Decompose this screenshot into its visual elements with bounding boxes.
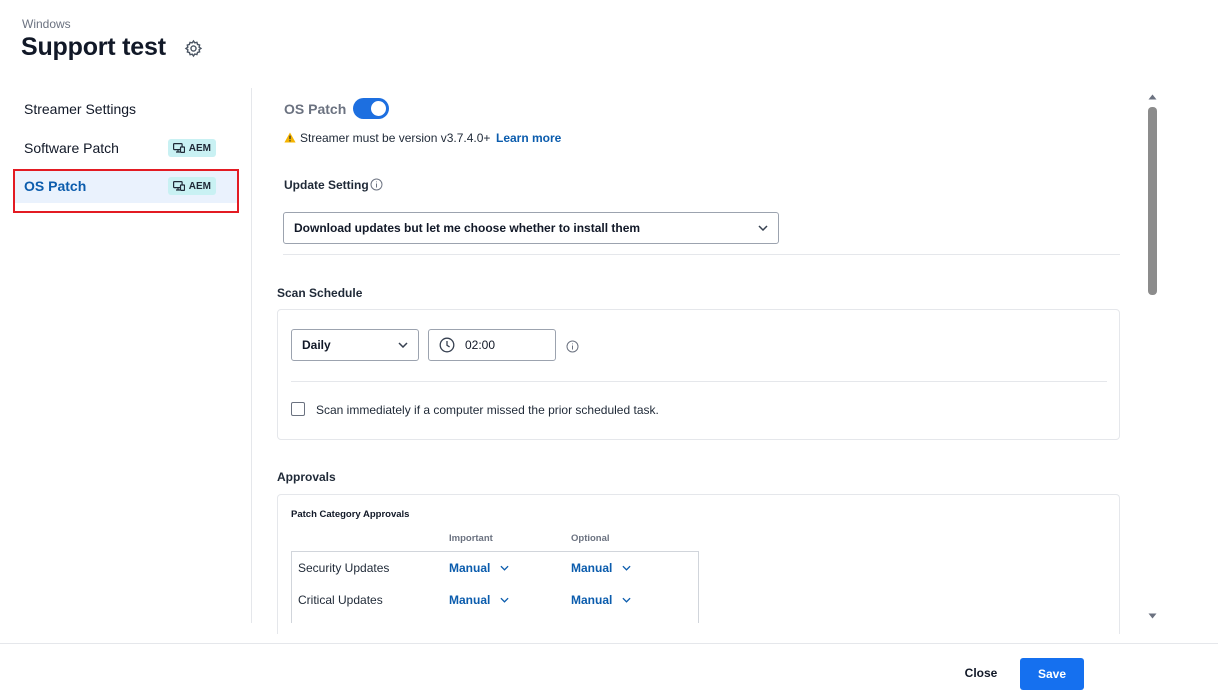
missed-scan-checkbox[interactable] (291, 402, 305, 416)
approval-value: Manual (571, 593, 613, 607)
missed-scan-label: Scan immediately if a computer missed th… (316, 403, 659, 417)
chevron-down-icon (500, 565, 509, 571)
selection-highlight (13, 169, 239, 213)
sidebar-divider (251, 88, 252, 623)
column-important: Important (449, 533, 493, 544)
time-input[interactable]: 02:00 (428, 329, 556, 361)
approval-value: Manual (571, 561, 613, 575)
os-patch-toggle[interactable] (353, 98, 389, 119)
sidebar-item-streamer-settings[interactable]: Streamer Settings (14, 92, 238, 126)
section-divider (283, 254, 1120, 255)
frequency-value: Daily (302, 338, 331, 352)
approval-value: Manual (449, 593, 491, 607)
chevron-down-icon (622, 597, 631, 603)
warning-icon (284, 132, 296, 143)
chevron-down-icon (398, 342, 408, 348)
save-button[interactable]: Save (1020, 658, 1084, 690)
card-divider (291, 381, 1107, 382)
update-setting-label: Update Setting (284, 178, 369, 192)
monitor-icon (172, 143, 185, 153)
info-icon[interactable] (566, 340, 579, 353)
version-warning: Streamer must be version v3.7.4.0+ (300, 131, 491, 145)
chevron-down-icon (500, 597, 509, 603)
table-row-category: Security Updates (298, 561, 390, 575)
scroll-up-icon[interactable] (1148, 94, 1157, 100)
sidebar-item-label: Streamer Settings (24, 101, 137, 117)
approval-value: Manual (449, 561, 491, 575)
close-button[interactable]: Close (950, 657, 1012, 689)
important-approval-dropdown[interactable]: Manual (449, 561, 509, 575)
approvals-label: Approvals (277, 470, 336, 484)
sidebar-item-software-patch[interactable]: Software Patch AEM (14, 131, 238, 165)
chevron-down-icon (622, 565, 631, 571)
os-patch-label: OS Patch (284, 101, 347, 117)
page-title: Support test (21, 33, 166, 61)
important-approval-dropdown[interactable]: Manual (449, 593, 509, 607)
badge-label: AEM (188, 142, 211, 154)
update-setting-value: Download updates but let me choose wheth… (294, 221, 641, 235)
scroll-down-icon[interactable] (1148, 613, 1157, 619)
info-icon[interactable] (370, 178, 383, 191)
clock-icon (439, 337, 455, 353)
breadcrumb: Windows (22, 17, 71, 31)
time-value: 02:00 (465, 338, 496, 352)
sidebar-item-label: Software Patch (24, 140, 119, 156)
chevron-down-icon (758, 225, 768, 231)
learn-more-link[interactable]: Learn more (496, 131, 561, 145)
optional-approval-dropdown[interactable]: Manual (571, 561, 631, 575)
table-row-category: Critical Updates (298, 593, 383, 607)
scan-schedule-label: Scan Schedule (277, 286, 363, 300)
column-optional: Optional (571, 533, 610, 544)
footer-divider (0, 643, 1218, 644)
frequency-select[interactable]: Daily (291, 329, 419, 361)
patch-category-title: Patch Category Approvals (291, 509, 410, 520)
aem-badge: AEM (167, 139, 216, 157)
scrollbar-thumb[interactable] (1148, 107, 1157, 295)
gear-icon[interactable] (184, 39, 203, 58)
optional-approval-dropdown[interactable]: Manual (571, 593, 631, 607)
update-setting-select[interactable]: Download updates but let me choose wheth… (283, 212, 779, 244)
